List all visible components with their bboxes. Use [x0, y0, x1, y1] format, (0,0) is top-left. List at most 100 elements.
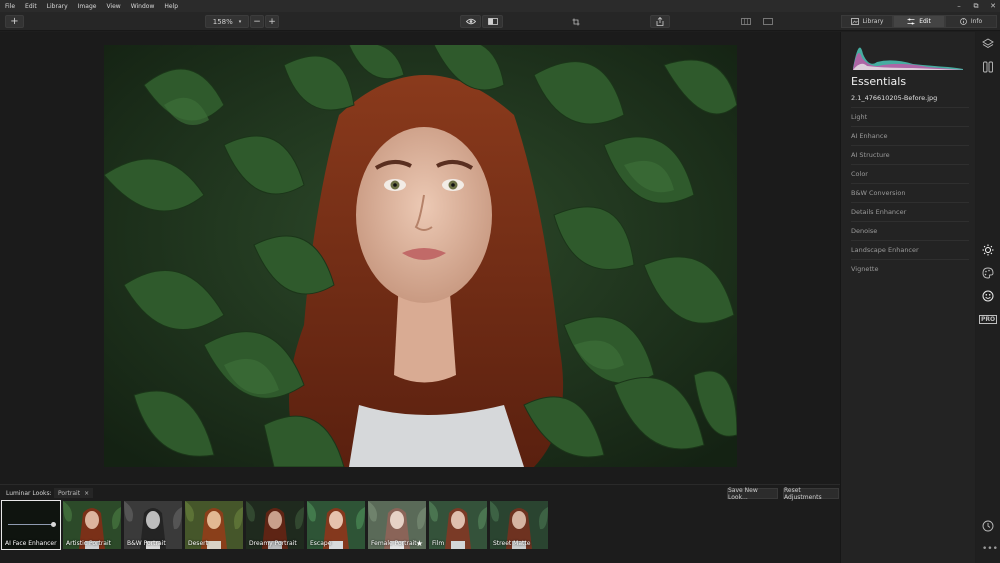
- canvas-button[interactable]: [980, 59, 996, 75]
- tab-info-label: Info: [970, 18, 983, 25]
- filter-list: Light AI Enhance AI Structure Color B&W …: [851, 107, 969, 278]
- filter-color[interactable]: Color: [851, 164, 969, 183]
- essentials-button[interactable]: [980, 242, 996, 258]
- looks-category-select[interactable]: Portrait ×: [54, 488, 94, 498]
- tab-library-label: Library: [862, 18, 884, 25]
- zoom-select[interactable]: 158% ▾: [205, 15, 249, 28]
- look-amount-handle[interactable]: [51, 522, 56, 527]
- save-new-look-button[interactable]: Save New Look...: [727, 487, 778, 501]
- menu-help[interactable]: Help: [159, 3, 183, 10]
- sliders-icon: [907, 18, 915, 25]
- pro-button[interactable]: PRO: [978, 311, 998, 327]
- filter-details-enhancer[interactable]: Details Enhancer: [851, 202, 969, 221]
- zoom-out-button[interactable]: −: [250, 15, 264, 28]
- compare-button[interactable]: [482, 15, 503, 28]
- look-label: Desert: [188, 540, 208, 547]
- tool-rail: PRO: [976, 32, 1000, 563]
- tab-edit-label: Edit: [919, 18, 931, 25]
- filter-ai-structure[interactable]: AI Structure: [851, 145, 969, 164]
- grid-view-button[interactable]: [736, 15, 755, 28]
- more-options-icon[interactable]: •••: [982, 544, 998, 554]
- look-thumb[interactable]: Desert: [185, 501, 243, 549]
- portrait-button[interactable]: [980, 288, 996, 304]
- look-thumb[interactable]: Female Portrait ★: [368, 501, 426, 549]
- palette-icon: [982, 267, 994, 279]
- close-icon[interactable]: ×: [84, 490, 89, 497]
- menu-window[interactable]: Window: [126, 3, 160, 10]
- compare-icon: [983, 61, 993, 73]
- layers-button[interactable]: [980, 36, 996, 52]
- chevron-down-icon: ▾: [238, 18, 242, 25]
- look-label: Street Matte: [493, 540, 531, 547]
- history-button[interactable]: [980, 518, 996, 534]
- tab-library[interactable]: Library: [841, 15, 893, 28]
- minimize-button[interactable]: –: [954, 2, 964, 10]
- tab-edit[interactable]: Edit: [893, 15, 945, 28]
- sun-icon: [982, 244, 994, 256]
- crop-icon: [572, 18, 579, 25]
- maximize-button[interactable]: ⧉: [971, 2, 981, 11]
- single-image-icon: [762, 18, 773, 25]
- filmstrip-icon: [740, 18, 751, 25]
- filter-light[interactable]: Light: [851, 107, 969, 126]
- menu-edit[interactable]: Edit: [20, 3, 42, 10]
- look-thumb[interactable]: Artistic Portrait: [63, 501, 121, 549]
- favorite-star-icon[interactable]: ★: [416, 539, 423, 548]
- look-thumb[interactable]: Escape: [307, 501, 365, 549]
- mode-tabs: Library Edit Info: [841, 15, 997, 28]
- eye-icon: [465, 18, 476, 25]
- look-label: Artistic Portrait: [66, 540, 111, 547]
- share-button[interactable]: [650, 15, 670, 28]
- look-amount-track[interactable]: [8, 524, 54, 525]
- menu-file[interactable]: File: [0, 3, 20, 10]
- looks-label: Luminar Looks:: [6, 490, 52, 497]
- crop-button[interactable]: [566, 15, 585, 28]
- panel-title: Essentials: [851, 75, 907, 88]
- looks-bar: Luminar Looks: Portrait × Save New Look.…: [0, 484, 840, 563]
- creative-button[interactable]: [980, 265, 996, 281]
- filter-denoise[interactable]: Denoise: [851, 221, 969, 240]
- portrait-photo: [104, 45, 737, 467]
- look-label: B&W Portrait: [127, 540, 166, 547]
- info-icon: [959, 18, 967, 25]
- add-button[interactable]: +: [5, 15, 24, 28]
- smiley-icon: [982, 290, 994, 302]
- library-icon: [850, 18, 859, 25]
- menu-library[interactable]: Library: [42, 3, 73, 10]
- zoom-in-button[interactable]: +: [265, 15, 279, 28]
- look-label: Dreamy Portrait: [249, 540, 297, 547]
- look-label: AI Face Enhancer: [5, 540, 57, 547]
- tab-info[interactable]: Info: [945, 15, 997, 28]
- filter-ai-enhance[interactable]: AI Enhance: [851, 126, 969, 145]
- window-controls: – ⧉ ✕: [954, 0, 998, 12]
- preview-toggle-button[interactable]: [460, 15, 481, 28]
- single-view-button[interactable]: [758, 15, 777, 28]
- adjustments-panel: Essentials 2.1_476610205-Before.jpg Ligh…: [840, 32, 975, 563]
- menu-bar: File Edit Library Image View Window Help…: [0, 0, 1000, 12]
- close-button[interactable]: ✕: [988, 2, 998, 10]
- zoom-value: 158%: [212, 17, 233, 26]
- look-label: Escape: [310, 540, 332, 547]
- look-thumb[interactable]: Street Matte: [490, 501, 548, 549]
- looks-thumbnails: AI Face Enhancer Artistic Portrait B&W P…: [1, 500, 548, 550]
- look-thumb[interactable]: Film: [429, 501, 487, 549]
- look-thumb[interactable]: B&W Portrait: [124, 501, 182, 549]
- split-view-icon: [487, 18, 498, 25]
- filter-bw-conversion[interactable]: B&W Conversion: [851, 183, 969, 202]
- histogram: [853, 47, 963, 70]
- share-icon: [656, 17, 664, 26]
- image-canvas[interactable]: [0, 32, 840, 484]
- reset-adjustments-button[interactable]: Reset Adjustments: [783, 487, 839, 501]
- look-label: Female Portrait: [371, 540, 417, 547]
- menu-view[interactable]: View: [101, 3, 125, 10]
- filter-landscape-enhancer[interactable]: Landscape Enhancer: [851, 240, 969, 259]
- layers-icon: [982, 38, 994, 49]
- menu-image[interactable]: Image: [73, 3, 102, 10]
- file-name: 2.1_476610205-Before.jpg: [851, 94, 938, 102]
- look-thumb[interactable]: Dreamy Portrait: [246, 501, 304, 549]
- clock-icon: [982, 520, 994, 532]
- look-thumb[interactable]: AI Face Enhancer: [1, 500, 61, 550]
- toolbar: + 158% ▾ − + Library Edit Info: [0, 12, 1000, 31]
- pro-icon: PRO: [978, 314, 998, 324]
- filter-vignette[interactable]: Vignette: [851, 259, 969, 278]
